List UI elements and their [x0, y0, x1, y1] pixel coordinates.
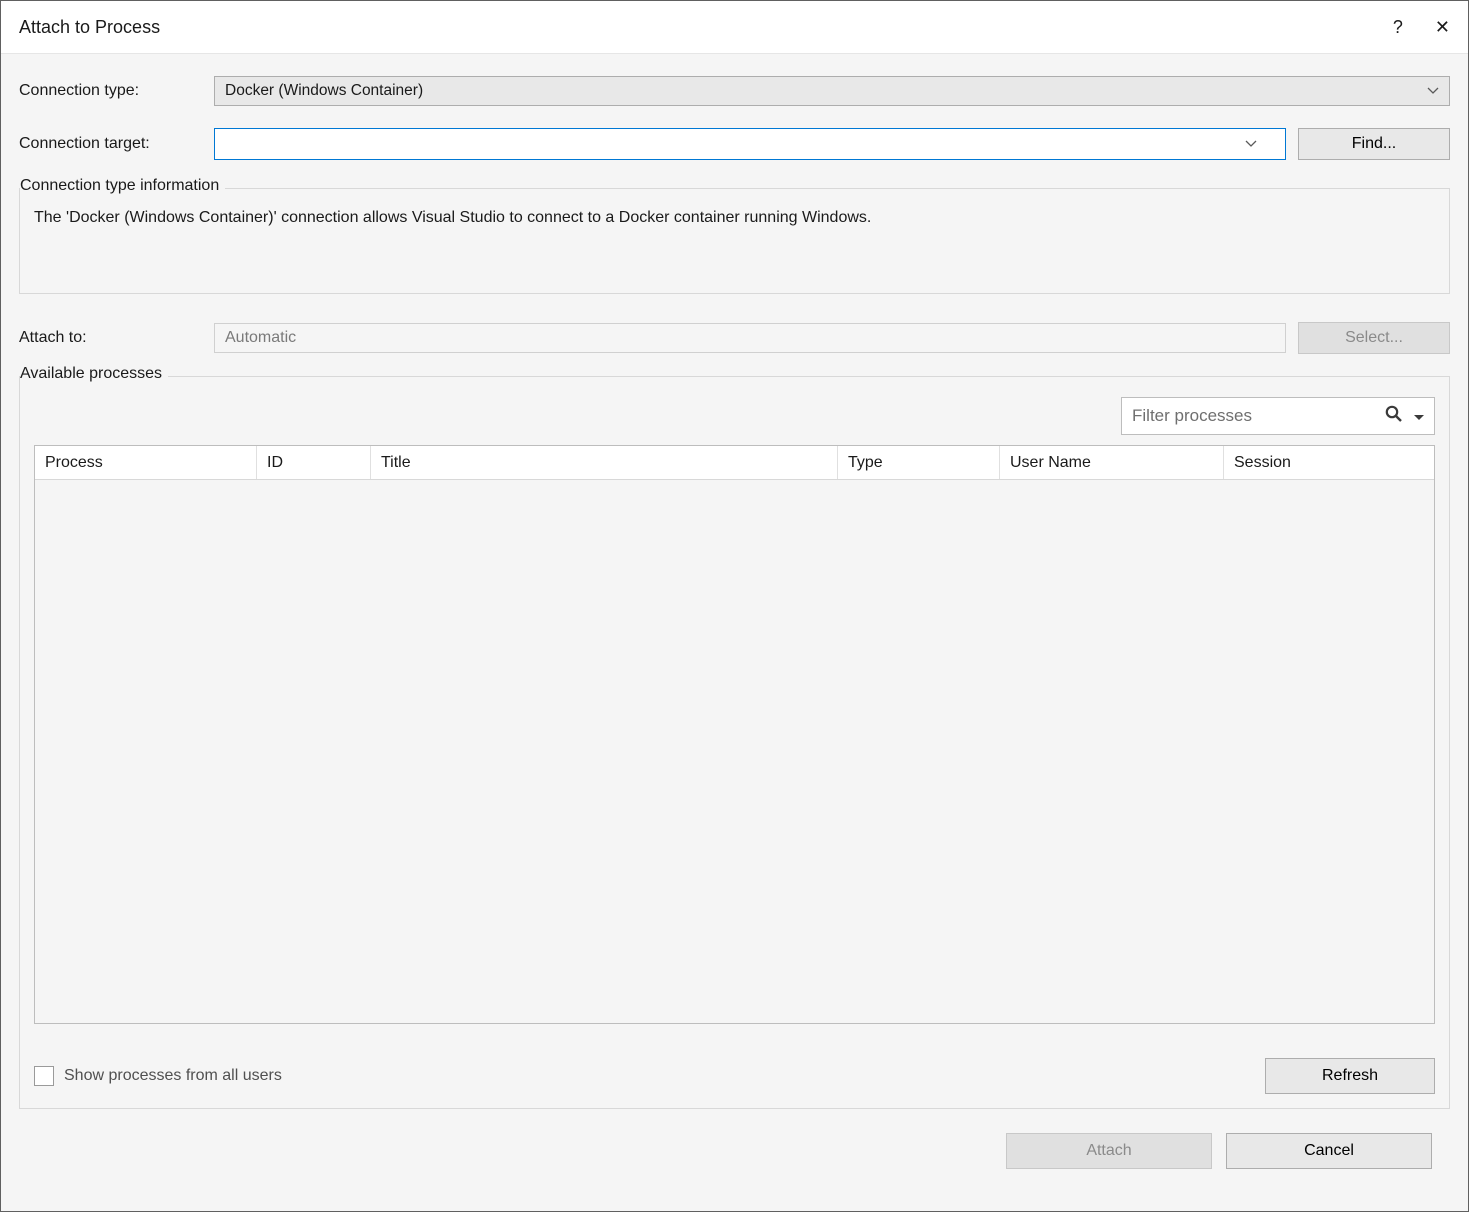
- filter-processes-input[interactable]: [1132, 406, 1374, 426]
- cancel-button[interactable]: Cancel: [1226, 1133, 1432, 1169]
- attach-to-label: Attach to:: [19, 329, 214, 347]
- titlebar: Attach to Process ? ✕: [1, 1, 1468, 54]
- connection-type-row: Connection type: Docker (Windows Contain…: [19, 76, 1450, 106]
- filter-processes-box[interactable]: [1121, 397, 1435, 435]
- process-table-header: Process ID Title Type User Name Session: [35, 446, 1434, 480]
- attach-to-value: Automatic: [214, 323, 1286, 353]
- find-button-label: Find...: [1352, 135, 1396, 153]
- available-processes-group: Available processes: [19, 376, 1450, 1109]
- refresh-button[interactable]: Refresh: [1265, 1058, 1435, 1094]
- dropdown-caret-icon[interactable]: [1414, 408, 1424, 425]
- select-button: Select...: [1298, 322, 1450, 354]
- attach-button-label: Attach: [1086, 1142, 1131, 1160]
- checkbox-box-icon: [34, 1066, 54, 1086]
- column-process[interactable]: Process: [35, 446, 257, 479]
- help-icon[interactable]: ?: [1393, 18, 1403, 36]
- cancel-button-label: Cancel: [1304, 1142, 1354, 1160]
- column-type[interactable]: Type: [838, 446, 1000, 479]
- titlebar-controls: ? ✕: [1393, 18, 1450, 36]
- connection-target-row: Connection target: Find...: [19, 128, 1450, 160]
- dialog-footer: Attach Cancel: [19, 1109, 1450, 1193]
- connection-target-label: Connection target:: [19, 135, 214, 153]
- filter-row: [34, 397, 1435, 435]
- select-button-label: Select...: [1345, 329, 1403, 347]
- chevron-down-icon: [1427, 87, 1439, 95]
- connection-type-value: Docker (Windows Container): [225, 82, 423, 100]
- dialog-title: Attach to Process: [19, 17, 1393, 38]
- connection-info-text: The 'Docker (Windows Container)' connect…: [32, 203, 1437, 233]
- column-id[interactable]: ID: [257, 446, 371, 479]
- chevron-down-icon: [1245, 140, 1257, 148]
- column-title[interactable]: Title: [371, 446, 838, 479]
- connection-type-combo[interactable]: Docker (Windows Container): [214, 76, 1450, 106]
- available-bottom-row: Show processes from all users Refresh: [34, 1058, 1435, 1094]
- show-all-users-checkbox[interactable]: Show processes from all users: [34, 1066, 282, 1086]
- available-processes-legend: Available processes: [20, 365, 168, 383]
- attach-button: Attach: [1006, 1133, 1212, 1169]
- attach-to-process-dialog: Attach to Process ? ✕ Connection type: D…: [0, 0, 1469, 1212]
- connection-target-input[interactable]: [225, 135, 1245, 153]
- connection-info-group: Connection type information The 'Docker …: [19, 188, 1450, 294]
- find-button[interactable]: Find...: [1298, 128, 1450, 160]
- column-session[interactable]: Session: [1224, 446, 1434, 479]
- column-user-name[interactable]: User Name: [1000, 446, 1224, 479]
- close-icon[interactable]: ✕: [1435, 18, 1450, 36]
- attach-to-row: Attach to: Automatic Select...: [19, 322, 1450, 354]
- process-table[interactable]: Process ID Title Type User Name Session: [34, 445, 1435, 1024]
- refresh-button-label: Refresh: [1322, 1067, 1378, 1085]
- connection-type-label: Connection type:: [19, 82, 214, 100]
- search-icon: [1384, 404, 1404, 428]
- connection-target-combo[interactable]: [214, 128, 1286, 160]
- show-all-users-label: Show processes from all users: [64, 1067, 282, 1085]
- connection-info-legend: Connection type information: [20, 177, 225, 195]
- dialog-content: Connection type: Docker (Windows Contain…: [1, 54, 1468, 1211]
